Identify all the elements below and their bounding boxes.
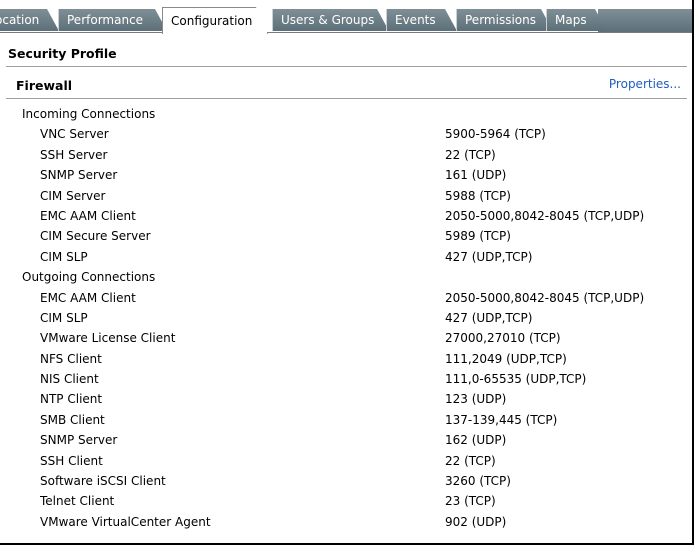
service-ports: 2050-5000,8042-8045 (TCP,UDP): [445, 208, 645, 223]
service-ports: 5988 (TCP): [445, 188, 511, 203]
service-name: NTP Client: [40, 392, 103, 407]
service-ports: 2050-5000,8042-8045 (TCP,UDP): [445, 290, 645, 305]
service-ports: 427 (UDP,TCP): [445, 249, 533, 264]
service-ports: 111,2049 (UDP,TCP): [445, 351, 567, 366]
service-ports: 902 (UDP): [445, 514, 507, 529]
outgoing-group-header: Outgoing Connections: [0, 267, 690, 287]
connections-list: Incoming Connections VNC Server 5900-5964…: [0, 104, 690, 532]
list-item: EMC AAM Client 2050-5000,8042-8045 (TCP,U…: [0, 288, 690, 308]
service-ports: 27000,27010 (TCP): [445, 331, 561, 346]
service-ports: 22 (TCP): [445, 147, 496, 162]
tab-events[interactable]: Events: [386, 9, 457, 31]
list-item: VMware License Client 27000,27010 (TCP): [0, 328, 690, 348]
list-item: NFS Client 111,2049 (UDP,TCP): [0, 349, 690, 369]
service-name: VMware License Client: [40, 331, 176, 346]
firewall-header: Firewall Properties...: [6, 72, 687, 99]
group-label: Incoming Connections: [22, 107, 156, 121]
service-name: SSH Server: [40, 147, 108, 162]
service-name: NFS Client: [40, 351, 102, 366]
list-item: VMware VirtualCenter Agent 902 (UDP): [0, 512, 690, 532]
list-item: CIM Server 5988 (TCP): [0, 186, 690, 206]
list-item: SSH Client 22 (TCP): [0, 451, 690, 471]
service-ports: 161 (UDP): [445, 168, 507, 183]
list-item: CIM Secure Server 5989 (TCP): [0, 226, 690, 246]
section-title: Security Profile: [8, 46, 117, 61]
service-name: CIM SLP: [40, 310, 88, 325]
tab-users-groups[interactable]: Users & Groups: [272, 9, 389, 31]
service-name: SMB Client: [40, 412, 105, 427]
service-name: SSH Client: [40, 453, 103, 468]
tab-strip: ocation Performance Configuration Users …: [0, 0, 692, 34]
list-item: Telnet Client 23 (TCP): [0, 491, 690, 511]
service-ports: 427 (UDP,TCP): [445, 310, 533, 325]
list-item: SNMP Server 161 (UDP): [0, 165, 690, 185]
service-ports: 111,0-65535 (UDP,TCP): [445, 372, 587, 387]
service-ports: 5900-5964 (TCP): [445, 127, 546, 142]
list-item: SSH Server 22 (TCP): [0, 145, 690, 165]
service-ports: 5989 (TCP): [445, 229, 511, 244]
service-ports: 3260 (TCP): [445, 474, 511, 489]
incoming-group-header: Incoming Connections: [0, 104, 690, 124]
service-ports: 22 (TCP): [445, 453, 496, 468]
list-item: NIS Client 111,0-65535 (UDP,TCP): [0, 369, 690, 389]
service-name: NIS Client: [40, 372, 99, 387]
tab-configuration[interactable]: Configuration: [162, 7, 268, 34]
service-name: SNMP Server: [40, 433, 118, 448]
service-ports: 23 (TCP): [445, 494, 496, 509]
tab-location[interactable]: ocation: [0, 9, 59, 31]
tab-performance[interactable]: Performance: [58, 9, 167, 31]
divider: [6, 66, 687, 67]
service-ports: 137-139,445 (TCP): [445, 412, 558, 427]
list-item: Software iSCSI Client 3260 (TCP): [0, 471, 690, 491]
list-item: EMC AAM Client 2050-5000,8042-8045 (TCP,U…: [0, 206, 690, 226]
service-name: EMC AAM Client: [40, 208, 136, 223]
list-item: NTP Client 123 (UDP): [0, 389, 690, 409]
service-name: VNC Server: [40, 127, 109, 142]
list-item: SMB Client 137-139,445 (TCP): [0, 410, 690, 430]
list-item: VNC Server 5900-5964 (TCP): [0, 124, 690, 144]
service-name: SNMP Server: [40, 168, 118, 183]
service-name: Telnet Client: [40, 494, 115, 509]
service-name: CIM SLP: [40, 249, 88, 264]
service-name: Software iSCSI Client: [40, 474, 166, 489]
tab-strip-filler: [598, 9, 692, 32]
service-name: EMC AAM Client: [40, 290, 136, 305]
group-label: Outgoing Connections: [22, 270, 156, 285]
list-item: SNMP Server 162 (UDP): [0, 430, 690, 450]
properties-link[interactable]: Properties...: [609, 77, 681, 91]
list-item: CIM SLP 427 (UDP,TCP): [0, 247, 690, 267]
service-ports: 123 (UDP): [445, 392, 507, 407]
tab-permissions[interactable]: Permissions: [456, 9, 553, 31]
service-name: CIM Server: [40, 188, 106, 203]
service-name: CIM Secure Server: [40, 229, 151, 244]
firewall-title: Firewall: [16, 78, 73, 93]
service-name: VMware VirtualCenter Agent: [40, 514, 211, 529]
list-item: CIM SLP 427 (UDP,TCP): [0, 308, 690, 328]
service-ports: 162 (UDP): [445, 433, 507, 448]
